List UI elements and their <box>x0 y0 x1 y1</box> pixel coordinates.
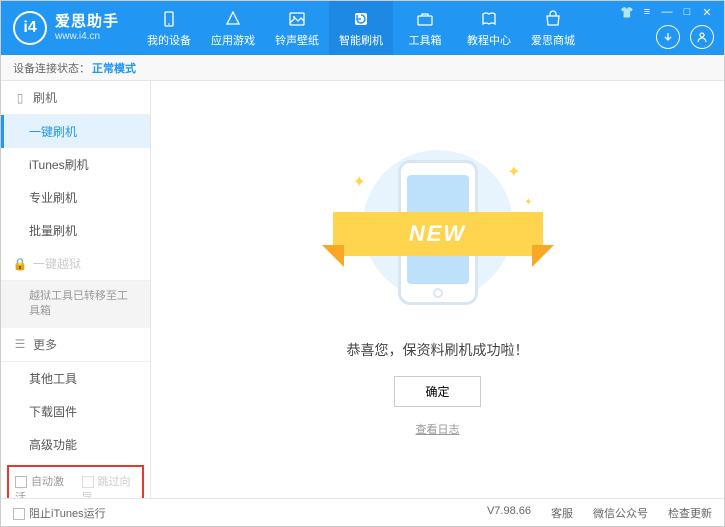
block-itunes-checkbox[interactable]: 阻止iTunes运行 <box>13 505 106 521</box>
sidebar: ▯刷机 一键刷机 iTunes刷机 专业刷机 批量刷机 🔒一键越狱 越狱工具已转… <box>1 81 151 498</box>
support-link[interactable]: 客服 <box>551 505 573 521</box>
titlebar: i4 爱思助手 www.i4.cn 我的设备 应用游戏 铃声壁纸 智能刷机 工具… <box>1 1 724 55</box>
maximize-icon[interactable]: □ <box>680 5 694 19</box>
menu-icon[interactable]: ≡ <box>640 5 654 19</box>
app-name: 爱思助手 <box>55 14 119 31</box>
user-button[interactable] <box>690 25 714 49</box>
sidebar-item-other-tools[interactable]: 其他工具 <box>1 362 150 395</box>
close-icon[interactable]: ✕ <box>700 5 714 19</box>
sidebar-item-batch-flash[interactable]: 批量刷机 <box>1 214 150 247</box>
skin-icon[interactable]: 👕 <box>620 5 634 19</box>
view-log-link[interactable]: 查看日志 <box>416 421 460 437</box>
sidebar-item-pro-flash[interactable]: 专业刷机 <box>1 181 150 214</box>
main-content: NEW ✦ ✦ ✦ 恭喜您，保资料刷机成功啦！ 确定 查看日志 <box>151 81 724 498</box>
book-icon <box>479 9 499 29</box>
nav-flash[interactable]: 智能刷机 <box>329 1 393 55</box>
ok-button[interactable]: 确定 <box>394 376 480 407</box>
ribbon-new: NEW <box>333 212 543 256</box>
apps-icon <box>223 9 243 29</box>
phone-icon: ▯ <box>13 91 27 105</box>
lock-icon: 🔒 <box>13 257 27 271</box>
status-bar: 设备连接状态： 正常模式 <box>1 55 724 81</box>
nav-toolbox[interactable]: 工具箱 <box>393 1 457 55</box>
footer: 阻止iTunes运行 V7.98.66 客服 微信公众号 检查更新 <box>1 498 724 526</box>
store-icon <box>543 9 563 29</box>
wechat-link[interactable]: 微信公众号 <box>593 505 648 521</box>
nav-ringtones[interactable]: 铃声壁纸 <box>265 1 329 55</box>
app-url: www.i4.cn <box>55 31 119 42</box>
success-illustration: NEW ✦ ✦ ✦ <box>343 142 533 322</box>
list-icon: ☰ <box>13 337 27 351</box>
nav-tutorials[interactable]: 教程中心 <box>457 1 521 55</box>
sparkle-icon: ✦ <box>524 197 532 208</box>
sidebar-item-itunes-flash[interactable]: iTunes刷机 <box>1 148 150 181</box>
sidebar-group-flash[interactable]: ▯刷机 <box>1 81 150 115</box>
device-icon <box>159 9 179 29</box>
window-controls: 👕 ≡ — □ ✕ <box>620 5 714 19</box>
app-logo: i4 爱思助手 www.i4.cn <box>13 11 119 45</box>
sparkle-icon: ✦ <box>353 172 366 192</box>
image-icon <box>287 9 307 29</box>
sidebar-group-jailbreak: 🔒一键越狱 <box>1 247 150 281</box>
sidebar-item-advanced[interactable]: 高级功能 <box>1 428 150 461</box>
logo-icon: i4 <box>13 11 47 45</box>
version-label: V7.98.66 <box>487 505 531 521</box>
download-button[interactable] <box>656 25 680 49</box>
nav-my-device[interactable]: 我的设备 <box>137 1 201 55</box>
auto-activate-checkbox[interactable]: 自动激活 <box>15 473 70 498</box>
status-label: 设备连接状态： <box>13 60 90 76</box>
toolbox-icon <box>415 9 435 29</box>
sidebar-item-oneclick-flash[interactable]: 一键刷机 <box>1 115 150 148</box>
skip-wizard-checkbox[interactable]: 跳过向导 <box>82 473 137 498</box>
sparkle-icon: ✦ <box>507 162 520 182</box>
nav-store[interactable]: 爱思商城 <box>521 1 585 55</box>
jailbreak-note: 越狱工具已转移至工具箱 <box>1 281 150 328</box>
check-update-link[interactable]: 检查更新 <box>668 505 712 521</box>
minimize-icon[interactable]: — <box>660 5 674 19</box>
success-message: 恭喜您，保资料刷机成功啦！ <box>347 340 529 360</box>
sidebar-group-more[interactable]: ☰更多 <box>1 328 150 362</box>
flash-icon <box>351 9 371 29</box>
top-nav: 我的设备 应用游戏 铃声壁纸 智能刷机 工具箱 教程中心 爱思商城 <box>137 1 585 55</box>
options-highlight: 自动激活 跳过向导 <box>7 465 144 498</box>
nav-apps[interactable]: 应用游戏 <box>201 1 265 55</box>
sidebar-item-download-firmware[interactable]: 下载固件 <box>1 395 150 428</box>
status-mode: 正常模式 <box>92 60 136 76</box>
